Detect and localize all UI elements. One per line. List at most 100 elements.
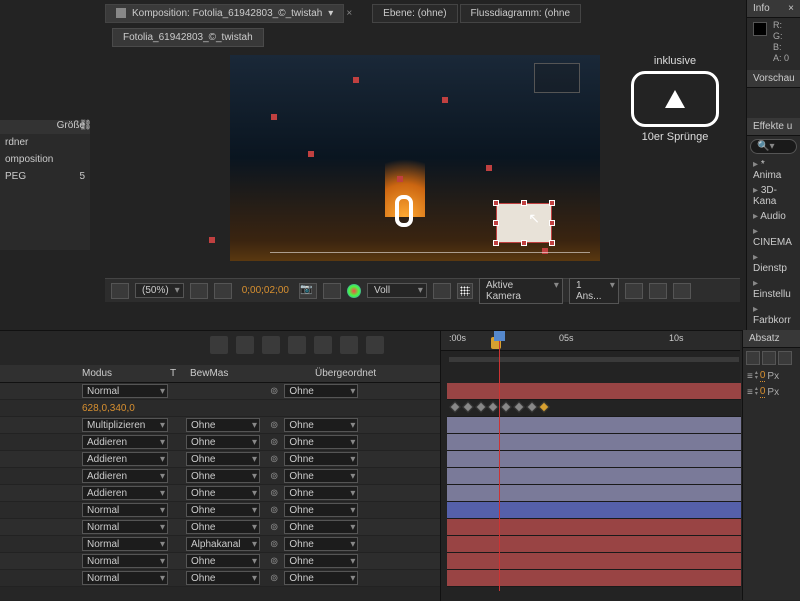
close-icon[interactable]: × — [788, 3, 794, 14]
keyframe-icon[interactable] — [462, 401, 473, 412]
trackmatte-dropdown[interactable]: Alphakanal — [186, 537, 260, 551]
layer-row[interactable]: 628,0,340,0 — [0, 400, 440, 417]
tab-composition[interactable]: Komposition: Fotolia_61942803_©_twistah … — [105, 4, 344, 23]
column-parent[interactable]: Übergeordnet — [290, 368, 410, 379]
tab-layer[interactable]: Ebene: (ohne) — [372, 4, 457, 23]
track-area[interactable]: :00s 05s 10s — [440, 331, 740, 601]
indent-right-field[interactable]: ≡ ▴▾ 0 Px — [743, 384, 800, 400]
keyframe-icon[interactable] — [513, 401, 524, 412]
layer-track-bar[interactable] — [447, 536, 741, 553]
current-time[interactable]: 0;00;02;00 — [238, 285, 293, 296]
keyframe-icon[interactable] — [449, 401, 460, 412]
brainstorm-icon[interactable] — [314, 336, 332, 354]
layer-row[interactable]: Normal⊚Ohne — [0, 383, 440, 400]
trackmatte-dropdown[interactable]: Ohne — [186, 520, 260, 534]
lock-icon[interactable] — [116, 8, 126, 18]
time-ruler[interactable]: :00s 05s 10s — [441, 331, 740, 351]
pickwhip-icon[interactable]: ⊚ — [270, 454, 278, 465]
trackmatte-dropdown[interactable]: Ohne — [186, 554, 260, 568]
layer-track-bar[interactable] — [447, 570, 741, 587]
info-panel-header[interactable]: Info× — [747, 0, 800, 18]
layer-track-bar[interactable] — [447, 519, 741, 536]
parent-dropdown[interactable]: Ohne — [284, 469, 358, 483]
magnify-icon[interactable] — [111, 283, 129, 299]
selected-layer-bounds[interactable] — [496, 203, 552, 243]
work-area-bar[interactable] — [449, 357, 739, 362]
parent-dropdown[interactable]: Ohne — [284, 384, 358, 398]
layer-track-bar[interactable] — [447, 502, 741, 519]
pickwhip-icon[interactable]: ⊚ — [270, 505, 278, 516]
pickwhip-icon[interactable]: ⊚ — [270, 539, 278, 550]
layer-row[interactable]: AddierenOhne⊚Ohne — [0, 468, 440, 485]
layer-track-bar[interactable] — [447, 468, 741, 485]
dropdown-icon[interactable]: ▾ — [328, 8, 333, 19]
keyframe-icon[interactable] — [475, 401, 486, 412]
motion-blur-icon[interactable] — [288, 336, 306, 354]
parent-dropdown[interactable]: Ohne — [284, 520, 358, 534]
indent-left-field[interactable]: ≡ ▴▾ 0 Px — [743, 368, 800, 384]
trackmatte-dropdown[interactable]: Ohne — [186, 435, 260, 449]
graph-editor-icon[interactable] — [340, 336, 358, 354]
guides-icon[interactable] — [214, 283, 232, 299]
layer-row[interactable]: Normal Ohne ⊚ Ohne — [0, 553, 440, 570]
parent-dropdown[interactable]: Ohne — [284, 435, 358, 449]
pickwhip-icon[interactable]: ⊚ — [270, 386, 278, 397]
comp-breadcrumb[interactable]: Fotolia_61942803_©_twistah — [112, 28, 264, 47]
parent-dropdown[interactable]: Ohne — [284, 554, 358, 568]
grid-icon[interactable] — [190, 283, 208, 299]
blend-mode-dropdown[interactable]: Normal — [82, 537, 168, 551]
keyframe-icon[interactable] — [539, 401, 550, 412]
layer-track-bar[interactable] — [447, 553, 741, 570]
pickwhip-icon[interactable]: ⊚ — [270, 522, 278, 533]
blend-mode-dropdown[interactable]: Normal — [82, 520, 168, 534]
blend-mode-dropdown[interactable]: Addieren — [82, 469, 168, 483]
column-trackmatte-t[interactable]: T — [170, 368, 190, 379]
views-dropdown[interactable]: 1 Ans... — [569, 278, 619, 304]
trackmatte-dropdown[interactable]: Ohne — [186, 503, 260, 517]
parent-dropdown[interactable]: Ohne — [284, 452, 358, 466]
parent-dropdown[interactable]: Ohne — [284, 537, 358, 551]
pickwhip-icon[interactable]: ⊚ — [270, 437, 278, 448]
effects-category[interactable]: Audio — [747, 209, 800, 224]
trackmatte-dropdown[interactable]: Ohne — [186, 469, 260, 483]
layer-row[interactable]: AddierenOhne⊚Ohne — [0, 434, 440, 451]
layer-track-bar[interactable] — [447, 451, 741, 468]
effects-panel-header[interactable]: Effekte u — [747, 118, 800, 136]
camera-dropdown[interactable]: Aktive Kamera — [479, 278, 563, 304]
parent-dropdown[interactable]: Ohne — [284, 503, 358, 517]
draft-3d-icon[interactable] — [366, 336, 384, 354]
snapshot-icon[interactable]: 📷 — [299, 283, 317, 299]
project-item-jpeg[interactable]: PEG 5 — [0, 168, 90, 185]
fast-preview-icon[interactable] — [649, 283, 667, 299]
resolution-dropdown[interactable]: Voll — [367, 283, 427, 298]
preview-panel-header[interactable]: Vorschau — [747, 70, 800, 88]
transparency-grid-icon[interactable] — [457, 283, 473, 299]
keyframe-icon[interactable] — [526, 401, 537, 412]
blend-mode-dropdown[interactable]: Normal — [82, 503, 168, 517]
blend-mode-dropdown[interactable]: Normal — [82, 571, 168, 585]
align-left-icon[interactable] — [746, 351, 760, 365]
layer-row[interactable]: Normal Ohne ⊚ Ohne — [0, 502, 440, 519]
show-snapshot-icon[interactable] — [323, 283, 341, 299]
column-bewmas[interactable]: BewMas — [190, 368, 290, 379]
project-item-folder[interactable]: rdner — [0, 134, 90, 151]
pickwhip-icon[interactable]: ⊚ — [270, 556, 278, 567]
effects-category[interactable]: Farbkorr — [747, 302, 800, 328]
effects-category[interactable]: * Anima — [747, 157, 800, 183]
current-time-indicator[interactable] — [499, 341, 500, 591]
layer-row[interactable]: AddierenOhne⊚Ohne — [0, 451, 440, 468]
effects-category[interactable]: 3D-Kana — [747, 183, 800, 209]
layer-row[interactable]: MultiplizierenOhne⊚Ohne — [0, 417, 440, 434]
roi-icon[interactable] — [433, 283, 451, 299]
3d-icon[interactable] — [236, 336, 254, 354]
effects-category[interactable]: Einstellu — [747, 276, 800, 302]
blend-mode-dropdown[interactable]: Normal — [82, 554, 168, 568]
project-item-comp[interactable]: omposition — [0, 151, 90, 168]
trackmatte-dropdown[interactable]: Ohne — [186, 452, 260, 466]
pixel-aspect-icon[interactable] — [625, 283, 643, 299]
layer-track-bar[interactable] — [447, 417, 741, 434]
layer-track-bar[interactable] — [447, 383, 741, 400]
channel-icon[interactable] — [347, 284, 361, 298]
zoom-dropdown[interactable]: (50%) — [135, 283, 184, 298]
layer-row[interactable]: NormalOhne⊚Ohne — [0, 570, 440, 587]
